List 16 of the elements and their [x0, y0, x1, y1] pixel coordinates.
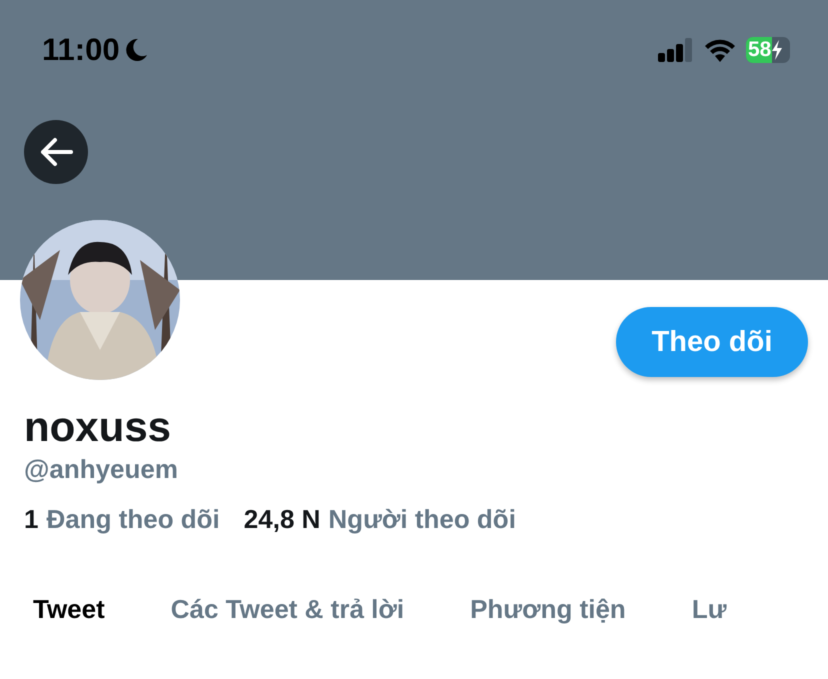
profile-tab[interactable]: Phương tiện	[470, 593, 626, 625]
stat-link[interactable]: Đang theo dõi	[46, 503, 220, 535]
wifi-icon	[704, 38, 736, 62]
profile-tab[interactable]: Các Tweet & trả lời	[170, 593, 404, 625]
profile-handle: @anhyeuem	[24, 453, 179, 485]
stat-count: 1	[24, 503, 38, 535]
follow-button[interactable]: Theo dõi	[616, 307, 808, 377]
profile-name: noxuss	[24, 403, 172, 451]
signal-icon	[658, 38, 694, 62]
battery-percentage: 58	[748, 38, 772, 62]
stat-count: 24,8 N	[244, 503, 320, 535]
stat-link[interactable]: Người theo dõi	[328, 503, 516, 535]
profile-tab[interactable]: Tweet	[33, 593, 105, 625]
profile-tab[interactable]: Lư	[692, 593, 727, 625]
clock-time: 11:00	[42, 32, 120, 68]
back-arrow-icon	[39, 137, 73, 167]
